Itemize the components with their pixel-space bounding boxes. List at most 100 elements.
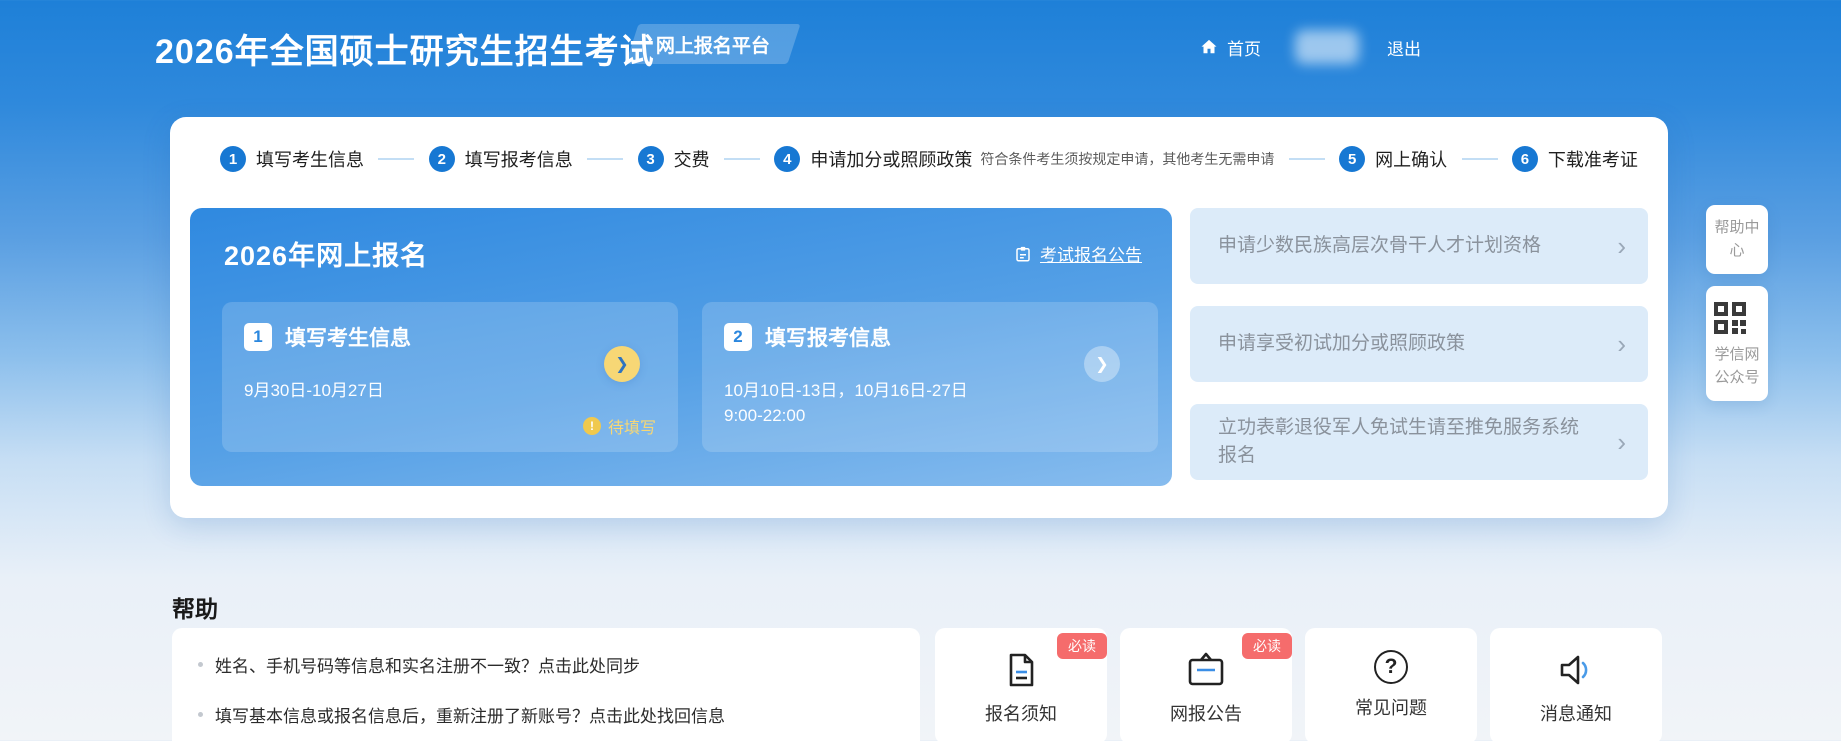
step-5[interactable]: 5 网上确认 [1339, 146, 1447, 172]
policy-link-label: 申请少数民族高层次骨干人才计划资格 [1218, 232, 1541, 260]
step-connector [724, 158, 760, 160]
header-nav: 首页 退出 [1199, 30, 1421, 64]
registration-card: 2026年网上报名 考试报名公告 1 填写考生信息 9月30日-10月27日 ❯ [190, 208, 1172, 486]
policy-link-minority-program[interactable]: 申请少数民族高层次骨干人才计划资格 › [1190, 208, 1648, 284]
help-item-label: 填写基本信息或报名信息后，重新注册了新账号？点击此处找回信息 [215, 702, 725, 727]
qr-code-icon [1712, 300, 1762, 336]
step-6[interactable]: 6 下载准考证 [1512, 146, 1638, 172]
chevron-right-icon: › [1617, 331, 1626, 357]
step-1-number: 1 [220, 146, 246, 172]
shortcut-label: 网报公告 [1170, 700, 1242, 726]
announcement-icon [1014, 245, 1032, 263]
policy-link-label: 立功表彰退役军人免试生请至推免服务系统报名 [1218, 414, 1588, 469]
task-fill-application-info[interactable]: 2 填写报考信息 10月10日-13日，10月16日-27日 9:00-22:0… [702, 302, 1158, 452]
side-panel: 帮助中心 学信网公众号 [1706, 205, 1768, 401]
shortcut-label: 报名须知 [985, 700, 1057, 726]
task-2-header: 2 填写报考信息 [724, 322, 891, 352]
main-panel: 1 填写考生信息 2 填写报考信息 3 交费 4 申请加分或照顾政策 符合条件考… [170, 117, 1668, 518]
task-2-number: 2 [724, 323, 752, 351]
announcement-link-label: 考试报名公告 [1040, 241, 1142, 266]
help-section-title: 帮助 [172, 590, 218, 624]
shortcut-faq[interactable]: ? 常见问题 [1305, 628, 1477, 741]
task-1-status: ! 待填写 [583, 414, 656, 438]
shortcut-notifications[interactable]: 消息通知 [1490, 628, 1662, 741]
shortcut-registration-notice[interactable]: 必读 报名须知 [935, 628, 1107, 741]
page: 2026年全国硕士研究生招生考试 网上报名平台 首页 退出 1 填写考生信息 [0, 0, 1841, 741]
step-2-label: 填写报考信息 [465, 146, 573, 172]
task-fill-candidate-info[interactable]: 1 填写考生信息 9月30日-10月27日 ❯ ! 待填写 [222, 302, 678, 452]
step-indicator: 1 填写考生信息 2 填写报考信息 3 交费 4 申请加分或照顾政策 符合条件考… [220, 137, 1638, 181]
policy-links: 申请少数民族高层次骨干人才计划资格 › 申请享受初试加分或照顾政策 › 立功表彰… [1190, 208, 1648, 502]
nav-home[interactable]: 首页 [1199, 35, 1261, 60]
qr-public-account-button[interactable]: 学信网公众号 [1706, 286, 1768, 401]
help-center-label: 帮助中心 [1714, 219, 1759, 259]
step-2[interactable]: 2 填写报考信息 [429, 146, 573, 172]
step-connector [1462, 158, 1498, 160]
help-shortcuts: 必读 报名须知 必读 网报公告 [935, 628, 1662, 741]
speaker-icon [1555, 650, 1597, 690]
username-redacted [1295, 30, 1359, 64]
step-6-label: 下载准考证 [1548, 146, 1638, 172]
step-6-number: 6 [1512, 146, 1538, 172]
task-2-go-button[interactable]: ❯ [1084, 346, 1120, 382]
step-5-number: 5 [1339, 146, 1365, 172]
step-4-note: 符合条件考生须按规定申请，其他考生无需申请 [980, 149, 1274, 169]
chevron-right-icon: › [1617, 233, 1626, 259]
step-2-number: 2 [429, 146, 455, 172]
step-1[interactable]: 1 填写考生信息 [220, 146, 364, 172]
platform-badge-label: 网上报名平台 [656, 31, 770, 58]
step-3[interactable]: 3 交费 [638, 146, 710, 172]
step-3-number: 3 [638, 146, 664, 172]
arrow-right-icon: ❯ [615, 354, 628, 374]
step-3-label: 交费 [674, 146, 710, 172]
task-1-status-label: 待填写 [608, 414, 656, 438]
task-2-time: 9:00-22:00 [724, 406, 805, 426]
policy-link-bonus-points[interactable]: 申请享受初试加分或照顾政策 › [1190, 306, 1648, 382]
shortcut-label: 常见问题 [1355, 694, 1427, 720]
must-read-badge: 必读 [1057, 633, 1107, 659]
step-connector [1289, 158, 1325, 160]
policy-link-veteran-exemption[interactable]: 立功表彰退役军人免试生请至推免服务系统报名 › [1190, 404, 1648, 480]
registration-card-header: 2026年网上报名 考试报名公告 [224, 234, 1142, 273]
task-1-header: 1 填写考生信息 [244, 322, 411, 352]
exclamation-icon: ! [583, 417, 601, 435]
logout-button[interactable]: 退出 [1387, 35, 1421, 60]
step-5-label: 网上确认 [1375, 146, 1447, 172]
policy-link-label: 申请享受初试加分或照顾政策 [1218, 330, 1465, 358]
help-item-label: 姓名、手机号码等信息和实名注册不一致？点击此处同步 [215, 652, 640, 677]
platform-badge: 网上报名平台 [626, 24, 801, 64]
home-icon [1199, 37, 1219, 57]
exam-announcement-link[interactable]: 考试报名公告 [1014, 241, 1142, 266]
task-1-number: 1 [244, 323, 272, 351]
help-faq-card: 姓名、手机号码等信息和实名注册不一致？点击此处同步 填写基本信息或报名信息后，重… [172, 628, 920, 741]
task-1-go-button[interactable]: ❯ [604, 346, 640, 382]
clipboard-icon [1184, 650, 1228, 690]
step-4-label: 申请加分或照顾政策 [810, 146, 972, 172]
registration-title: 2026年网上报名 [224, 234, 428, 273]
header: 2026年全国硕士研究生招生考试 网上报名平台 首页 退出 [0, 0, 1841, 95]
step-1-label: 填写考生信息 [256, 146, 364, 172]
help-item-recover-info[interactable]: 填写基本信息或报名信息后，重新注册了新账号？点击此处找回信息 [198, 702, 894, 727]
bullet-icon [198, 712, 203, 717]
step-connector [587, 158, 623, 160]
step-4[interactable]: 4 申请加分或照顾政策 符合条件考生须按规定申请，其他考生无需申请 [774, 146, 1274, 172]
shortcut-label: 消息通知 [1540, 700, 1612, 726]
question-icon: ? [1374, 650, 1408, 684]
task-1-date: 9月30日-10月27日 [244, 376, 384, 401]
shortcut-online-announcement[interactable]: 必读 网报公告 [1120, 628, 1292, 741]
task-2-title: 填写报考信息 [765, 322, 891, 352]
bullet-icon [198, 662, 203, 667]
step-4-number: 4 [774, 146, 800, 172]
help-item-sync-info[interactable]: 姓名、手机号码等信息和实名注册不一致？点击此处同步 [198, 652, 894, 677]
nav-home-label: 首页 [1227, 35, 1261, 60]
qr-public-account-label: 学信网公众号 [1714, 346, 1759, 386]
task-2-date: 10月10日-13日，10月16日-27日 [724, 376, 968, 401]
document-icon [1001, 650, 1041, 690]
arrow-right-icon: ❯ [1095, 354, 1108, 374]
task-1-title: 填写考生信息 [285, 322, 411, 352]
must-read-badge: 必读 [1242, 633, 1292, 659]
chevron-right-icon: › [1617, 429, 1626, 455]
help-center-button[interactable]: 帮助中心 [1706, 205, 1768, 274]
step-connector [378, 158, 414, 160]
page-title: 2026年全国硕士研究生招生考试 [155, 24, 655, 73]
